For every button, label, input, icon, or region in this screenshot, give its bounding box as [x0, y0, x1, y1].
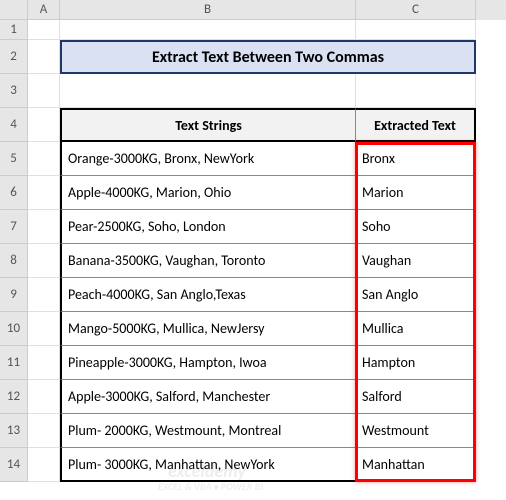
row-header-7[interactable]: 7: [0, 210, 28, 244]
row-header-2[interactable]: 2: [0, 40, 28, 74]
cell-A1[interactable]: [28, 20, 60, 40]
col-header-A[interactable]: A: [28, 0, 60, 20]
cell-C7[interactable]: Soho: [356, 210, 476, 244]
select-all-corner[interactable]: [0, 0, 28, 20]
row-header-13[interactable]: 13: [0, 414, 28, 448]
cell-grid: Extract Text Between Two Commas Text Str…: [28, 20, 476, 482]
row-headers: 1 2 3 4 5 6 7 8 9 10 11 12 13 14: [0, 20, 28, 482]
row-header-11[interactable]: 11: [0, 346, 28, 380]
row-header-12[interactable]: 12: [0, 380, 28, 414]
cell-A12[interactable]: [28, 380, 60, 414]
cell-B11[interactable]: Pineapple-3000KG, Hampton, Iwoa: [60, 346, 356, 380]
cell-B1[interactable]: [60, 20, 356, 40]
col-header-B[interactable]: B: [60, 0, 356, 20]
cell-A2[interactable]: [28, 40, 60, 74]
cell-A11[interactable]: [28, 346, 60, 380]
cell-B8[interactable]: Banana-3500KG, Vaughan, Toronto: [60, 244, 356, 278]
cell-B10[interactable]: Mango-5000KG, Mullica, NewJersy: [60, 312, 356, 346]
cell-A13[interactable]: [28, 414, 60, 448]
header-extracted-text[interactable]: Extracted Text: [356, 108, 476, 142]
col-header-C[interactable]: C: [356, 0, 476, 20]
cell-C5[interactable]: Bronx: [356, 142, 476, 176]
title-cell[interactable]: Extract Text Between Two Commas: [60, 40, 476, 74]
row-header-9[interactable]: 9: [0, 278, 28, 312]
row-header-3[interactable]: 3: [0, 74, 28, 108]
cell-B7[interactable]: Pear-2500KG, Soho, London: [60, 210, 356, 244]
cell-B9[interactable]: Peach-4000KG, San Anglo,Texas: [60, 278, 356, 312]
cell-A8[interactable]: [28, 244, 60, 278]
row-header-1[interactable]: 1: [0, 20, 28, 40]
cell-C14[interactable]: Manhattan: [356, 448, 476, 482]
row-header-6[interactable]: 6: [0, 176, 28, 210]
row-header-5[interactable]: 5: [0, 142, 28, 176]
cell-C11[interactable]: Hampton: [356, 346, 476, 380]
cell-A14[interactable]: [28, 448, 60, 482]
row-header-4[interactable]: 4: [0, 108, 28, 142]
cell-C10[interactable]: Mullica: [356, 312, 476, 346]
cell-C3[interactable]: [356, 74, 476, 108]
cell-B13[interactable]: Plum- 2000KG, Westmount, Montreal: [60, 414, 356, 448]
cell-A5[interactable]: [28, 142, 60, 176]
header-text-strings[interactable]: Text Strings: [60, 108, 356, 142]
cell-A6[interactable]: [28, 176, 60, 210]
cell-B14[interactable]: Plum- 3000KG, Manhattan, NewYork: [60, 448, 356, 482]
cell-C8[interactable]: Vaughan: [356, 244, 476, 278]
cell-B12[interactable]: Apple-3000KG, Salford, Manchester: [60, 380, 356, 414]
row-header-10[interactable]: 10: [0, 312, 28, 346]
cell-C1[interactable]: [356, 20, 476, 40]
cell-A4[interactable]: [28, 108, 60, 142]
cell-A3[interactable]: [28, 74, 60, 108]
cell-C6[interactable]: Marion: [356, 176, 476, 210]
cell-C12[interactable]: Salford: [356, 380, 476, 414]
cell-B5[interactable]: Orange-3000KG, Bronx, NewYork: [60, 142, 356, 176]
column-headers: A B C: [0, 0, 506, 20]
row-header-14[interactable]: 14: [0, 448, 28, 482]
spreadsheet: A B C 1 2 3 4 5 6 7 8 9 10 11 12 13 14: [0, 0, 506, 500]
cell-B3[interactable]: [60, 74, 356, 108]
cell-A9[interactable]: [28, 278, 60, 312]
row-header-8[interactable]: 8: [0, 244, 28, 278]
cell-C13[interactable]: Westmount: [356, 414, 476, 448]
cell-A10[interactable]: [28, 312, 60, 346]
cell-B6[interactable]: Apple-4000KG, Marion, Ohio: [60, 176, 356, 210]
cell-A7[interactable]: [28, 210, 60, 244]
cell-C9[interactable]: San Anglo: [356, 278, 476, 312]
